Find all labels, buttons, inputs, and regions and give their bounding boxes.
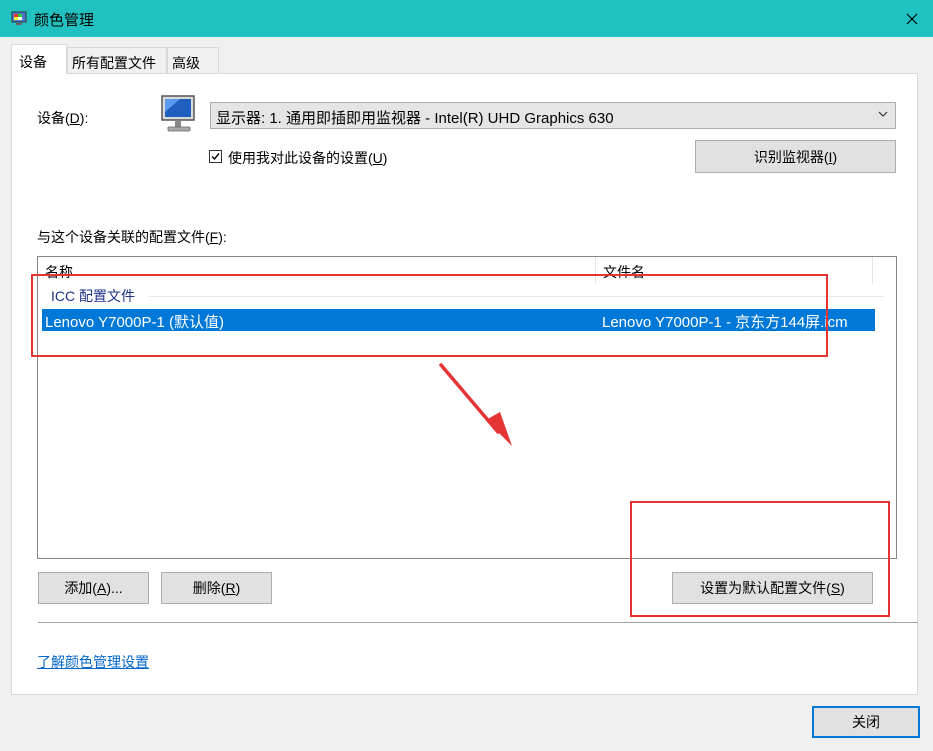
- device-label: 设备(D):: [37, 110, 89, 126]
- use-settings-label[interactable]: 使用我对此设备的设置(U): [228, 148, 387, 168]
- tab-advanced[interactable]: 高级: [167, 47, 219, 73]
- title-bar: 颜色管理: [0, 0, 933, 37]
- annotation-arrow-icon: [439, 363, 512, 446]
- annotation-box-profile: [31, 274, 828, 357]
- color-management-icon: [11, 11, 27, 25]
- window-close-button[interactable]: [890, 0, 933, 37]
- tab-advanced-label: 高级: [172, 55, 200, 71]
- tab-all-profiles[interactable]: 所有配置文件: [67, 47, 167, 73]
- close-icon: [906, 13, 917, 24]
- profiles-label: 与这个设备关联的配置文件(F):: [37, 229, 227, 245]
- device-select[interactable]: 显示器: 1. 通用即插即用监视器 - Intel(R) UHD Graphic…: [210, 102, 896, 129]
- close-button[interactable]: 关闭: [812, 706, 920, 738]
- chevron-down-icon: [878, 111, 888, 117]
- use-settings-checkbox[interactable]: [209, 150, 222, 163]
- add-button[interactable]: 添加(A)...: [38, 572, 149, 604]
- divider: [38, 622, 918, 623]
- tab-device[interactable]: 设备: [11, 44, 67, 74]
- annotation-box-set-default: [630, 501, 890, 617]
- remove-button[interactable]: 删除(R): [161, 572, 272, 604]
- checkmark-icon: [211, 153, 220, 161]
- learn-color-settings-link[interactable]: 了解颜色管理设置: [37, 652, 149, 672]
- device-select-value: 显示器: 1. 通用即插即用监视器 - Intel(R) UHD Graphic…: [216, 110, 614, 127]
- window-title: 颜色管理: [34, 12, 95, 29]
- tab-device-label: 设备: [19, 54, 47, 70]
- monitor-icon: [161, 95, 195, 132]
- identify-monitors-button[interactable]: 识别监视器(I): [695, 140, 896, 173]
- tab-all-profiles-label: 所有配置文件: [72, 55, 156, 71]
